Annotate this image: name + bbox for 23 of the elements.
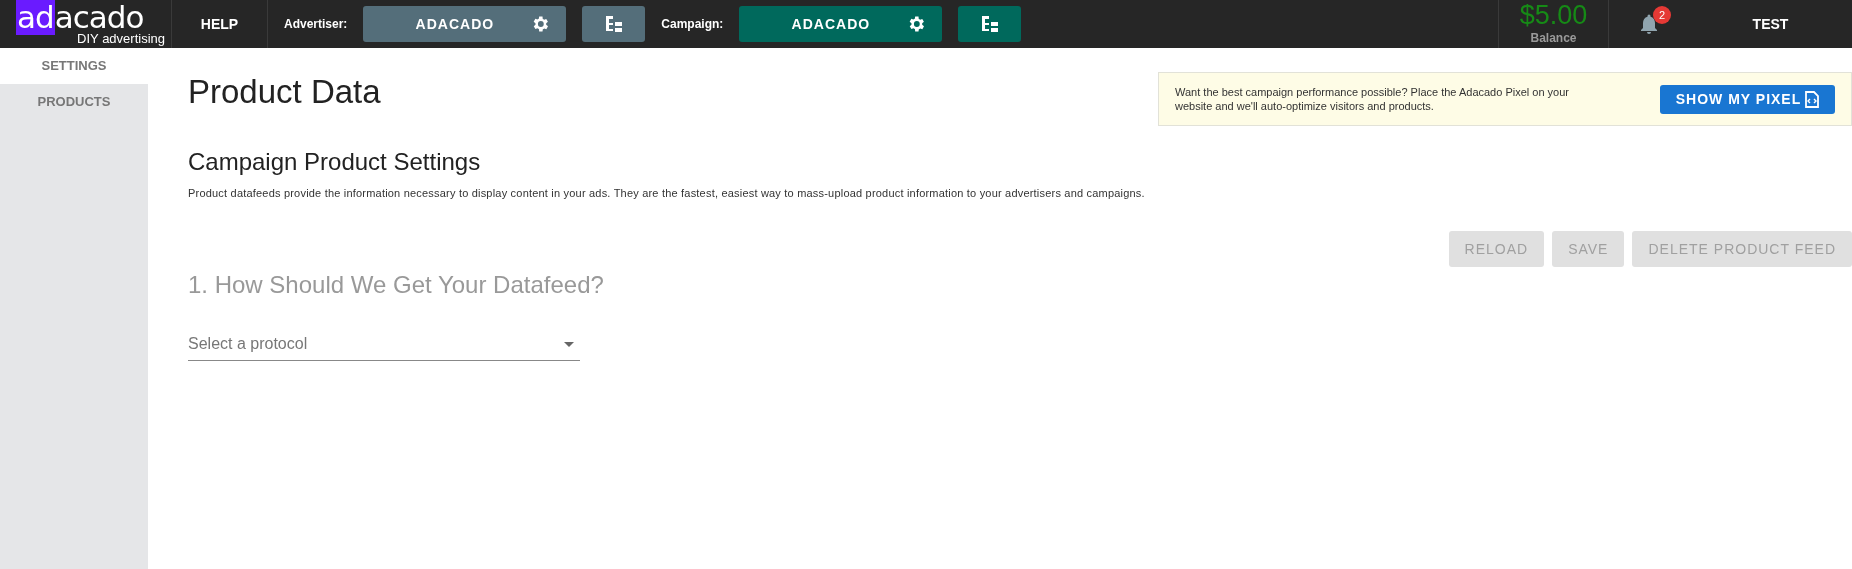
code-file-icon (1805, 90, 1820, 108)
notification-badge: 2 (1653, 5, 1671, 24)
balance-label: Balance (1530, 29, 1577, 47)
hierarchy-icon (603, 15, 624, 33)
section-title: Campaign Product Settings (188, 148, 482, 177)
selector-button[interactable]: ADACADO (739, 6, 943, 42)
selector-label: Advertiser: (284, 16, 348, 33)
banner-text: Want the best campaign performance possible? Place the Adacado Pixel on your website and we'll auto-optimize visitors and products. (1175, 85, 1570, 113)
hierarchy-button[interactable] (582, 6, 646, 42)
selector-label: Campaign: (661, 16, 724, 33)
dropdown-caret-icon (564, 342, 574, 348)
selector-button[interactable]: ADACADO (363, 6, 567, 42)
user-menu[interactable]: TEST (1752, 15, 1789, 32)
show-pixel-button[interactable]: SHOW MY PIXEL (1660, 84, 1835, 114)
help-link[interactable]: HELP (200, 13, 239, 35)
sidebar-item[interactable]: SETTINGS (0, 48, 148, 84)
balance-amount: $5.00 (1519, 1, 1588, 29)
section-description: Product datafeeds provide the information necessary to display content in your ads. They are the fastest, easiest way to mass-upload product information to your advertisers and campaigns. (188, 185, 1146, 201)
page-title: Product Data (188, 72, 381, 112)
sidebar-item[interactable]: PRODUCTS (0, 84, 148, 120)
hierarchy-icon (979, 15, 1000, 33)
step-title: 1. How Should We Get Your Datafeed? (188, 271, 604, 301)
hierarchy-button[interactable] (958, 6, 1022, 42)
